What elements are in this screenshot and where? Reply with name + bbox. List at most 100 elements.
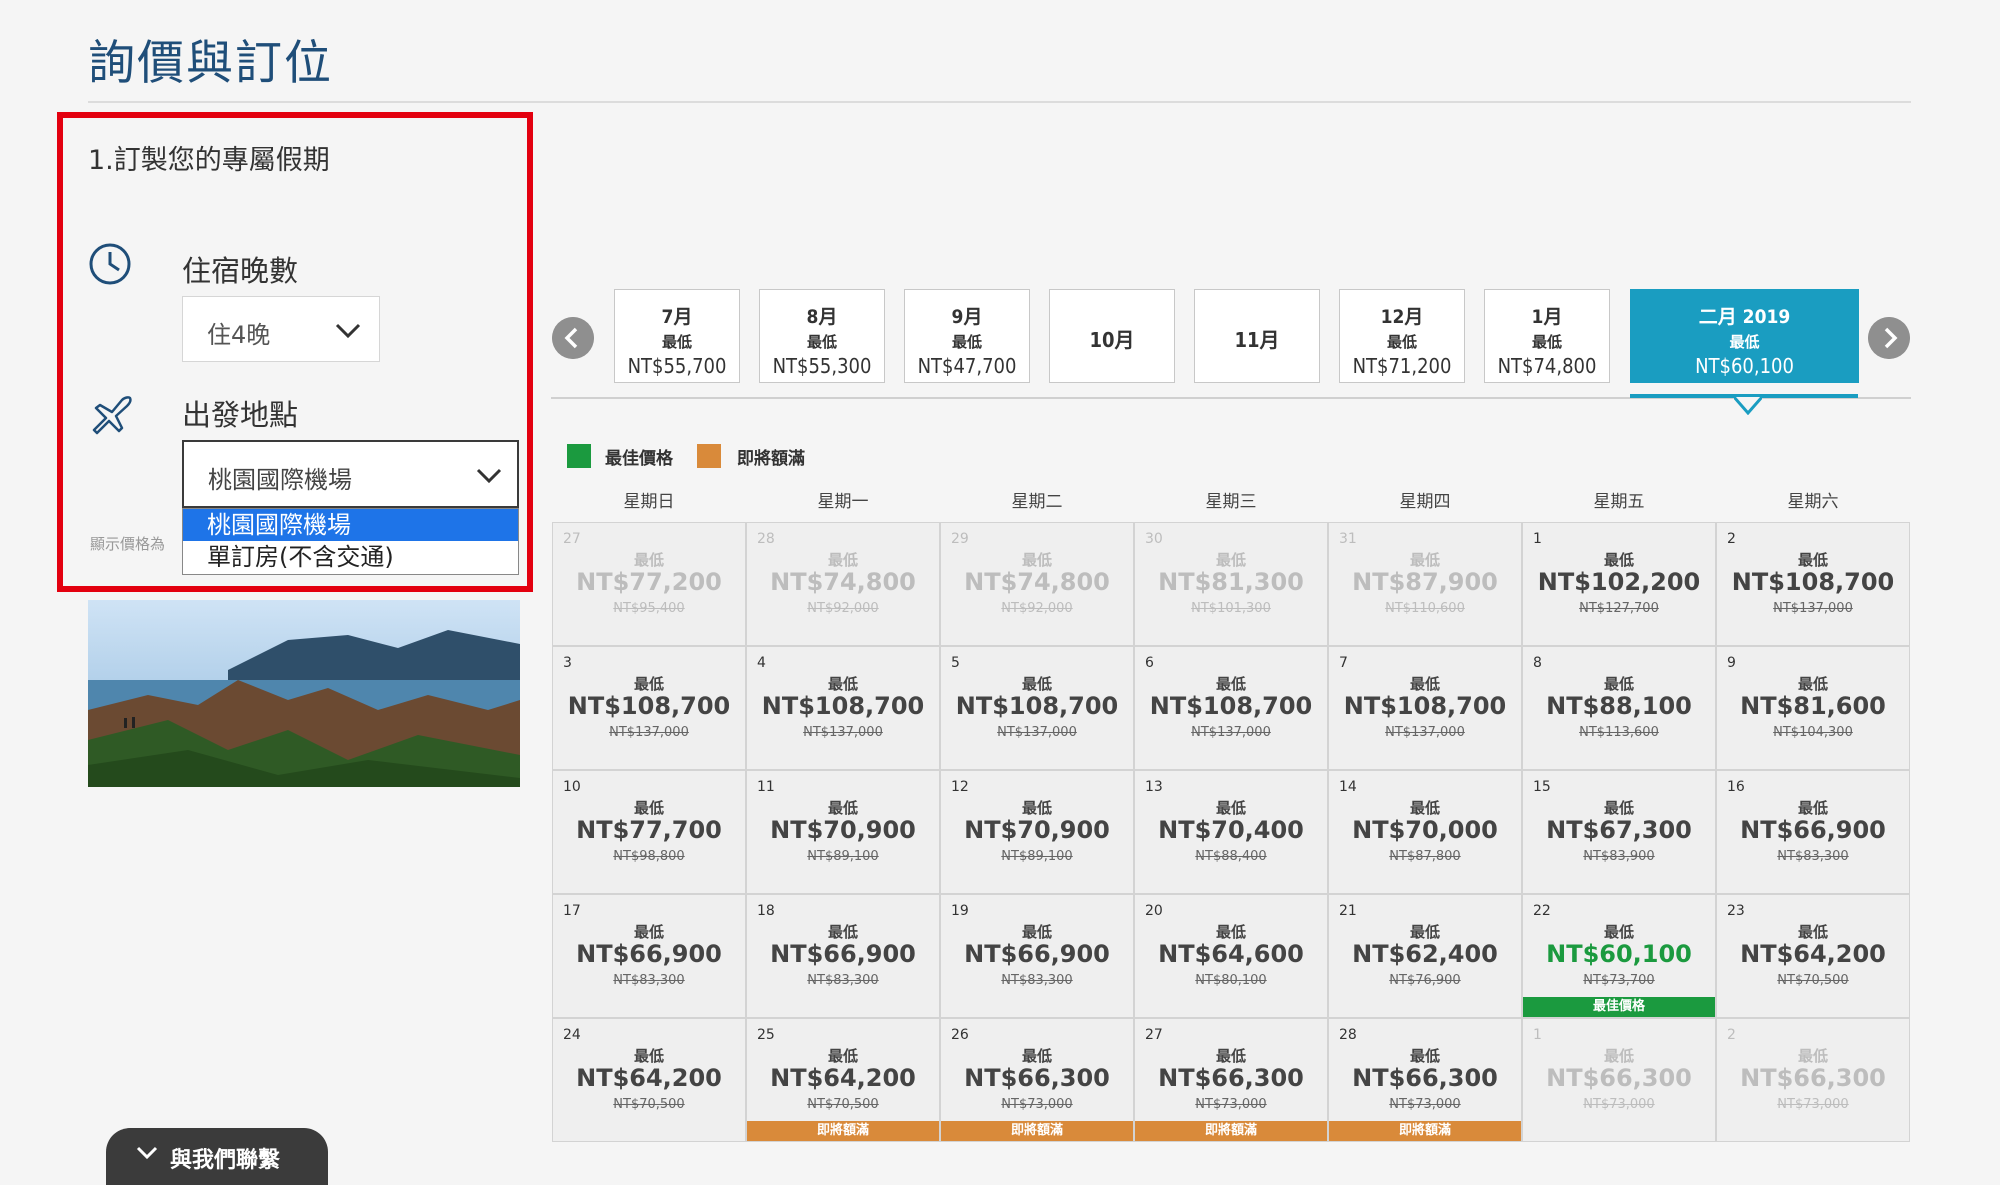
prev-month-arrow[interactable] xyxy=(552,317,594,359)
month-name: 9月 xyxy=(951,306,983,328)
calendar-day-cell[interactable]: 3 最低 NT$108,700 NT$137,000 xyxy=(552,646,746,770)
calendar-day-cell[interactable]: 20 最低 NT$64,600 NT$80,100 xyxy=(1134,894,1328,1018)
calendar-day-cell[interactable]: 16 最低 NT$66,900 NT$83,300 xyxy=(1716,770,1910,894)
month-tab[interactable]: 8月 最低 NT$55,300 xyxy=(759,289,885,383)
day-price: NT$81,600 xyxy=(1740,692,1886,720)
low-label: 最低 xyxy=(1797,799,1828,817)
day-number: 13 xyxy=(1145,779,1163,795)
original-price: NT$137,000 xyxy=(997,725,1077,740)
month-tab-active[interactable]: 二月 2019 最低 NT$60,100 xyxy=(1630,289,1859,383)
calendar-day-cell[interactable]: 26 最低 NT$66,300 NT$73,000 即將額滿 xyxy=(940,1018,1134,1142)
calendar-day-cell[interactable]: 18 最低 NT$66,900 NT$83,300 xyxy=(746,894,940,1018)
calendar-day-cell[interactable]: 12 最低 NT$70,900 NT$89,100 xyxy=(940,770,1134,894)
day-price: NT$108,700 xyxy=(1343,692,1507,720)
month-tab[interactable]: 12月 最低 NT$71,200 xyxy=(1339,289,1465,383)
calendar-day-cell[interactable]: 27 最低 NT$66,300 NT$73,000 即將額滿 xyxy=(1134,1018,1328,1142)
low-label: 最低 xyxy=(1409,675,1440,693)
day-price: NT$66,300 xyxy=(1546,1064,1692,1092)
calendar-day-cell[interactable]: 6 最低 NT$108,700 NT$137,000 xyxy=(1134,646,1328,770)
low-label: 最低 xyxy=(1215,675,1246,693)
day-price: NT$81,300 xyxy=(1158,568,1304,596)
weekday-header: 星期六 xyxy=(1787,492,1839,512)
month-name: 二月 2019 xyxy=(1698,306,1791,328)
month-tab[interactable]: 1月 最低 NT$74,800 xyxy=(1484,289,1610,383)
month-tab[interactable]: 11月 xyxy=(1194,289,1320,383)
calendar-day-cell[interactable]: 8 最低 NT$88,100 NT$113,600 xyxy=(1522,646,1716,770)
month-price: NT$71,200 xyxy=(1352,354,1452,378)
step-title: 1.訂製您的專屬假期 xyxy=(88,145,330,176)
original-price: NT$88,400 xyxy=(1195,849,1267,864)
day-price: NT$87,900 xyxy=(1352,568,1498,596)
month-low-label: 最低 xyxy=(1531,333,1562,351)
original-price: NT$95,400 xyxy=(613,601,685,616)
month-low-label: 最低 xyxy=(806,333,837,351)
original-price: NT$73,700 xyxy=(1583,973,1655,988)
day-number: 12 xyxy=(951,779,969,795)
day-number: 27 xyxy=(1145,1027,1163,1043)
calendar-day-cell[interactable]: 24 最低 NT$64,200 NT$70,500 xyxy=(552,1018,746,1142)
day-number: 8 xyxy=(1533,655,1542,671)
calendar-day-cell[interactable]: 28 最低 NT$66,300 NT$73,000 即將額滿 xyxy=(1328,1018,1522,1142)
calendar-day-cell[interactable]: 21 最低 NT$62,400 NT$76,900 xyxy=(1328,894,1522,1018)
calendar-day-cell[interactable]: 7 最低 NT$108,700 NT$137,000 xyxy=(1328,646,1522,770)
original-price: NT$70,500 xyxy=(807,1097,879,1112)
origin-select[interactable]: 桃園國際機場 xyxy=(182,440,519,508)
low-label: 最低 xyxy=(1215,923,1246,941)
calendar-day-cell[interactable]: 2 最低 NT$108,700 NT$137,000 xyxy=(1716,522,1910,646)
low-label: 最低 xyxy=(827,551,858,569)
day-price: NT$70,000 xyxy=(1352,816,1498,844)
weekday-header: 星期三 xyxy=(1205,492,1257,512)
month-tab[interactable]: 10月 xyxy=(1049,289,1175,383)
day-price: NT$64,600 xyxy=(1158,940,1304,968)
calendar-day-cell[interactable]: 5 最低 NT$108,700 NT$137,000 xyxy=(940,646,1134,770)
original-price: NT$89,100 xyxy=(807,849,879,864)
month-tab[interactable]: 9月 最低 NT$47,700 xyxy=(904,289,1030,383)
nights-select[interactable]: 住4晚 xyxy=(182,296,380,362)
next-month-arrow[interactable] xyxy=(1868,317,1910,359)
chevron-down-icon xyxy=(136,1146,158,1160)
month-price: NT$55,700 xyxy=(627,354,727,378)
origin-option[interactable]: 桃園國際機場 xyxy=(183,509,518,541)
calendar-day-cell[interactable]: 9 最低 NT$81,600 NT$104,300 xyxy=(1716,646,1910,770)
calendar-day-cell: 28 最低 NT$74,800 NT$92,000 xyxy=(746,522,940,646)
calendar-day-cell[interactable]: 10 最低 NT$77,700 NT$98,800 xyxy=(552,770,746,894)
month-price: NT$74,800 xyxy=(1497,354,1597,378)
day-number: 18 xyxy=(757,903,775,919)
weekday-header: 星期一 xyxy=(817,492,869,512)
contact-us-label: 與我們聯繫 xyxy=(170,1148,281,1173)
contact-us-tab[interactable]: 與我們聯繫 xyxy=(106,1128,328,1185)
plane-icon xyxy=(92,396,132,435)
origin-option[interactable]: 單訂房(不含交通) xyxy=(183,541,518,573)
nights-label: 住宿晚數 xyxy=(182,254,299,288)
day-price: NT$74,800 xyxy=(964,568,1110,596)
calendar-day-cell[interactable]: 4 最低 NT$108,700 NT$137,000 xyxy=(746,646,940,770)
original-price: NT$70,500 xyxy=(613,1097,685,1112)
day-number: 4 xyxy=(757,655,766,671)
calendar-day-cell[interactable]: 23 最低 NT$64,200 NT$70,500 xyxy=(1716,894,1910,1018)
calendar-day-cell[interactable]: 22 最低 NT$60,100 NT$73,700 最佳價格 xyxy=(1522,894,1716,1018)
calendar-day-cell[interactable]: 19 最低 NT$66,900 NT$83,300 xyxy=(940,894,1134,1018)
original-price: NT$73,000 xyxy=(1777,1097,1849,1112)
almost-full-badge: 即將額滿 xyxy=(1329,1121,1521,1141)
low-label: 最低 xyxy=(633,923,664,941)
calendar-day-cell[interactable]: 1 最低 NT$102,200 NT$127,700 xyxy=(1522,522,1716,646)
low-label: 最低 xyxy=(827,675,858,693)
calendar-day-cell[interactable]: 11 最低 NT$70,900 NT$89,100 xyxy=(746,770,940,894)
day-number: 10 xyxy=(563,779,581,795)
month-low-label: 最低 xyxy=(661,333,692,351)
day-price: NT$102,200 xyxy=(1537,568,1701,596)
original-price: NT$73,000 xyxy=(1195,1097,1267,1112)
calendar-day-cell[interactable]: 15 最低 NT$67,300 NT$83,900 xyxy=(1522,770,1716,894)
low-label: 最低 xyxy=(827,1047,858,1065)
low-label: 最低 xyxy=(633,799,664,817)
day-price: NT$108,700 xyxy=(761,692,925,720)
original-price: NT$70,500 xyxy=(1777,973,1849,988)
calendar-day-cell[interactable]: 13 最低 NT$70,400 NT$88,400 xyxy=(1134,770,1328,894)
calendar-day-cell[interactable]: 17 最低 NT$66,900 NT$83,300 xyxy=(552,894,746,1018)
calendar-day-cell[interactable]: 25 最低 NT$64,200 NT$70,500 即將額滿 xyxy=(746,1018,940,1142)
low-label: 最低 xyxy=(1215,551,1246,569)
month-tab[interactable]: 7月 最低 NT$55,700 xyxy=(614,289,740,383)
calendar-day-cell[interactable]: 14 最低 NT$70,000 NT$87,800 xyxy=(1328,770,1522,894)
day-price: NT$66,300 xyxy=(1158,1064,1304,1092)
original-price: NT$83,300 xyxy=(807,973,879,988)
